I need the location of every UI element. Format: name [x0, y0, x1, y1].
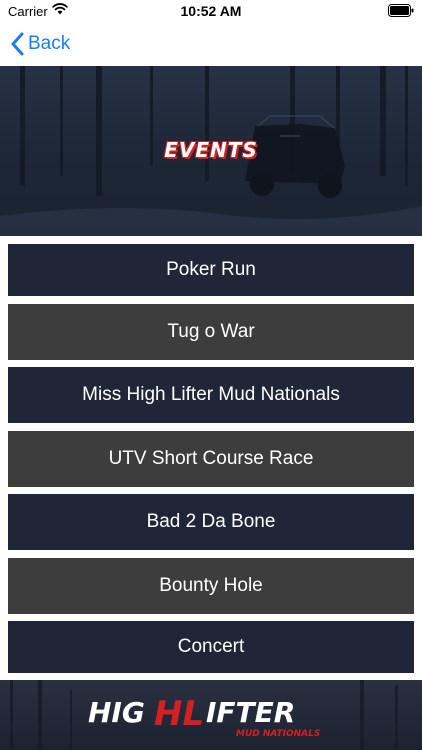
svg-text:MUD NATIONALS: MUD NATIONALS: [236, 729, 320, 739]
hero-title-text: EVENTS: [164, 138, 258, 162]
event-button-concert[interactable]: Concert: [8, 621, 414, 673]
footer-banner: HIG HL IFTER MUD NATIONALS: [0, 680, 422, 750]
events-list: Poker Run Tug o War Miss High Lifter Mud…: [0, 236, 422, 678]
back-label: Back: [28, 33, 71, 54]
event-button-poker-run[interactable]: Poker Run: [8, 244, 414, 296]
svg-text:HIG: HIG: [88, 696, 145, 729]
event-button-bounty-hole[interactable]: Bounty Hole: [8, 558, 414, 614]
clock-label: 10:52 AM: [180, 3, 242, 19]
svg-text:IFTER: IFTER: [206, 696, 295, 729]
event-button-bad-2-da-bone[interactable]: Bad 2 Da Bone: [8, 494, 414, 550]
event-label: Poker Run: [166, 259, 256, 280]
event-button-tug-o-war[interactable]: Tug o War: [8, 304, 414, 360]
high-lifter-logo: HIG HL IFTER MUD NATIONALS: [88, 694, 320, 739]
event-button-miss-high-lifter[interactable]: Miss High Lifter Mud Nationals: [8, 367, 414, 423]
event-label: Miss High Lifter Mud Nationals: [82, 384, 340, 405]
event-label: Bad 2 Da Bone: [146, 511, 276, 532]
events-hero-banner: EVENTS: [0, 66, 422, 236]
chevron-left-icon: [11, 32, 24, 56]
event-label: Bounty Hole: [159, 575, 263, 596]
event-label: UTV Short Course Race: [108, 448, 314, 469]
event-label: Tug o War: [167, 321, 255, 342]
navigation-bar: Back: [0, 22, 422, 66]
status-bar: Carrier 10:52 AM: [0, 0, 422, 22]
svg-text:HL: HL: [154, 694, 204, 734]
back-button[interactable]: Back: [10, 30, 70, 58]
event-label: Concert: [177, 636, 245, 657]
hero-title: EVENTS: [0, 136, 422, 164]
event-button-utv-short-course-race[interactable]: UTV Short Course Race: [8, 431, 414, 487]
battery-icon: [388, 4, 414, 17]
